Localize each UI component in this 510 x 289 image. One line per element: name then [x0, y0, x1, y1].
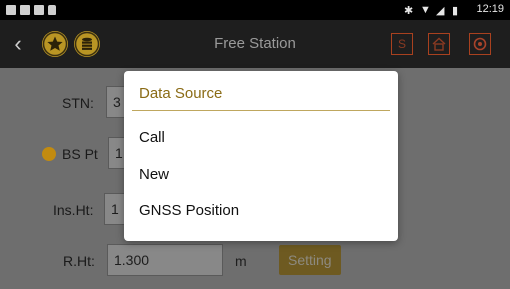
screenshot-icon: [6, 5, 16, 15]
home-icon[interactable]: [428, 33, 450, 55]
bs-pt-label: BS Pt: [62, 146, 98, 162]
setting-button[interactable]: Setting: [279, 245, 341, 275]
notification-icon: [20, 5, 30, 15]
wifi-icon: ▼: [420, 4, 431, 16]
bluetooth-icon: ✱: [404, 5, 414, 17]
r-ht-unit: m: [235, 253, 247, 269]
target-icon[interactable]: [469, 33, 491, 55]
dialog-divider: [132, 110, 390, 111]
notification-icon: [34, 5, 44, 15]
r-ht-label: R.Ht:: [63, 253, 95, 269]
ins-ht-label: Ins.Ht:: [53, 202, 94, 218]
s-button[interactable]: S: [391, 33, 413, 55]
option-new[interactable]: New: [139, 166, 169, 183]
signal-icon: ◢: [436, 5, 445, 17]
dialog-title: Data Source: [139, 85, 223, 102]
battery-icon: ▮: [452, 5, 459, 17]
option-call[interactable]: Call: [139, 129, 165, 146]
app-bar: ‹ Free Station S: [0, 20, 510, 68]
option-gnss-position[interactable]: GNSS Position: [139, 202, 239, 219]
status-bar: ✱ ▼ ◢ ▮ 12:19: [0, 0, 510, 20]
stn-label: STN:: [62, 95, 94, 111]
data-source-dialog: Data Source Call New GNSS Position: [124, 71, 398, 241]
lock-icon: [48, 5, 56, 15]
r-ht-field[interactable]: 1.300: [107, 244, 223, 276]
status-time: 12:19: [476, 3, 504, 15]
bs-pt-radio[interactable]: [42, 147, 56, 161]
